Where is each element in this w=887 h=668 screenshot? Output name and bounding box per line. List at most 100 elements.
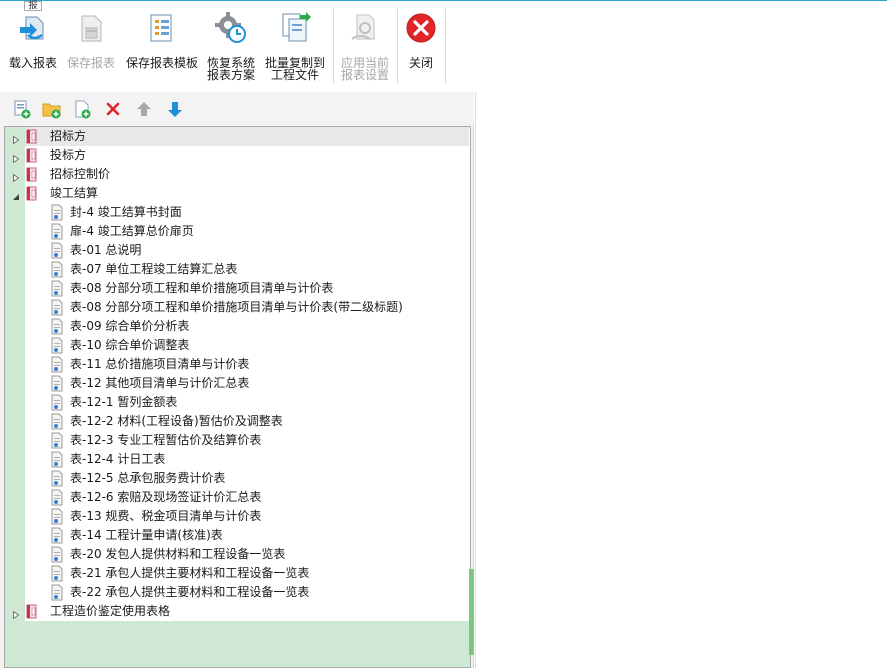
- report-folder-icon: [25, 129, 39, 144]
- move-up-icon[interactable]: [134, 99, 154, 119]
- report-preview-panel: [475, 92, 887, 668]
- collapsed-arrow-icon[interactable]: [12, 171, 20, 183]
- report-file-icon: [50, 204, 64, 221]
- report-file-icon: [50, 242, 64, 259]
- tree-folder-label: 招标控制价: [50, 167, 111, 181]
- tree-report-item[interactable]: 表-12-4 计日工表: [5, 450, 470, 469]
- tree-folder-label: 招标方: [50, 129, 87, 143]
- report-file-icon: [50, 299, 64, 316]
- tree-report-item[interactable]: 表-10 综合单价调整表: [5, 336, 470, 355]
- tree-report-label: 表-09 综合单价分析表: [70, 319, 190, 333]
- tree-report-item[interactable]: 表-22 承包人提供主要材料和工程设备一览表: [5, 583, 470, 602]
- report-file-icon: [50, 546, 64, 563]
- ribbon-separator: [445, 9, 446, 83]
- tree-folder[interactable]: 投标方: [5, 146, 470, 165]
- report-file-icon: [50, 337, 64, 354]
- tree-report-item[interactable]: 表-12-6 索赔及现场签证计价汇总表: [5, 488, 470, 507]
- tree-report-label: 表-11 总价措施项目清单与计价表: [70, 357, 250, 371]
- report-file-icon: [50, 394, 64, 411]
- tree-folder-label: 竣工结算: [50, 186, 99, 200]
- report-file-icon: [50, 413, 64, 430]
- tree-report-label: 表-12-6 索赔及现场签证计价汇总表: [70, 490, 262, 504]
- tree-report-item[interactable]: 表-12 其他项目清单与计价汇总表: [5, 374, 470, 393]
- tree-folder[interactable]: 招标控制价: [5, 165, 470, 184]
- splitter-handle[interactable]: [469, 569, 474, 655]
- report-tree-panel: 招标方 投标方 招标控制价 竣工结算 封-4 竣工结算书封面 扉-4 竣工结算总价扉页 表-…: [0, 92, 474, 668]
- tree-folder[interactable]: 工程造价鉴定使用表格: [5, 602, 470, 621]
- selection-highlight: [25, 127, 469, 146]
- report-file-icon: [50, 508, 64, 525]
- tree-report-label: 表-08 分部分项工程和单价措施项目清单与计价表: [70, 281, 334, 295]
- report-tree: 招标方 投标方 招标控制价 竣工结算 封-4 竣工结算书封面 扉-4 竣工结算总价扉页 表-…: [4, 126, 471, 668]
- load-report-label: 载入报表: [8, 56, 57, 70]
- apply-settings-icon: [351, 14, 375, 40]
- report-file-icon: [50, 527, 64, 544]
- tree-report-label: 表-01 总说明: [70, 243, 142, 257]
- expanded-arrow-icon[interactable]: [12, 190, 20, 200]
- apply-settings-button[interactable]: 应用当前 报表设置: [337, 7, 393, 87]
- tree-report-item[interactable]: 表-12-1 暂列金额表: [5, 393, 470, 412]
- close-label: 关闭: [408, 56, 433, 70]
- tree-report-item[interactable]: 表-07 单位工程竣工结算汇总表: [5, 260, 470, 279]
- new-folder-icon[interactable]: [42, 99, 62, 119]
- ribbon-separator: [333, 9, 334, 83]
- tree-report-label: 表-07 单位工程竣工结算汇总表: [70, 262, 238, 276]
- report-file-icon: [50, 584, 64, 601]
- save-template-label: 保存报表模板: [125, 56, 198, 70]
- tree-report-item[interactable]: 表-13 规费、税金项目清单与计价表: [5, 507, 470, 526]
- collapsed-arrow-icon[interactable]: [12, 152, 20, 164]
- delete-icon[interactable]: [103, 99, 123, 119]
- load-report-button[interactable]: 载入报表: [4, 7, 62, 87]
- collapsed-arrow-icon[interactable]: [12, 608, 20, 620]
- collapsed-arrow-icon[interactable]: [12, 133, 20, 145]
- restore-scheme-label: 恢复系统 报表方案: [206, 56, 255, 82]
- tree-report-item[interactable]: 表-09 综合单价分析表: [5, 317, 470, 336]
- restore-scheme-button[interactable]: 恢复系统 报表方案: [204, 7, 258, 87]
- new-report-icon[interactable]: [12, 99, 32, 119]
- tree-report-item[interactable]: 封-4 竣工结算书封面: [5, 203, 470, 222]
- report-file-icon: [50, 280, 64, 297]
- tree-report-label: 表-14 工程计量申请(核准)表: [70, 528, 223, 542]
- tree-folder[interactable]: 招标方: [5, 127, 470, 146]
- tree-report-item[interactable]: 表-08 分部分项工程和单价措施项目清单与计价表: [5, 279, 470, 298]
- close-icon: [406, 13, 436, 43]
- tree-folder-label: 投标方: [50, 148, 87, 162]
- tree-report-item[interactable]: 表-11 总价措施项目清单与计价表: [5, 355, 470, 374]
- ribbon-separator: [397, 9, 398, 83]
- report-file-icon: [50, 451, 64, 468]
- tree-report-label: 表-12-5 总承包服务费计价表: [70, 471, 226, 485]
- tree-report-item[interactable]: 表-01 总说明: [5, 241, 470, 260]
- tree-report-item[interactable]: 表-12-5 总承包服务费计价表: [5, 469, 470, 488]
- app-window: { "ribbon": { "tooltip": "报", "buttons":…: [0, 0, 887, 668]
- tree-report-item[interactable]: 表-20 发包人提供材料和工程设备一览表: [5, 545, 470, 564]
- report-template-icon: [150, 14, 172, 42]
- report-folder-icon: [25, 186, 39, 201]
- tree-report-label: 表-21 承包人提供主要材料和工程设备一览表: [70, 566, 310, 580]
- tree-report-label: 表-12-4 计日工表: [70, 452, 166, 466]
- save-template-button[interactable]: 保存报表模板: [122, 7, 202, 87]
- tree-report-item[interactable]: 表-12-2 材料(工程设备)暂估价及调整表: [5, 412, 470, 431]
- report-file-icon: [50, 318, 64, 335]
- move-down-icon[interactable]: [165, 99, 185, 119]
- tree-folder[interactable]: 竣工结算: [5, 184, 470, 203]
- tree-report-item[interactable]: 表-08 分部分项工程和单价措施项目清单与计价表(带二级标题): [5, 298, 470, 317]
- tree-report-item[interactable]: 表-14 工程计量申请(核准)表: [5, 526, 470, 545]
- close-button[interactable]: 关闭: [400, 7, 442, 87]
- load-report-icon: [20, 16, 44, 40]
- tree-folder-label: 工程造价鉴定使用表格: [50, 604, 171, 618]
- tree-report-label: 表-13 规费、税金项目清单与计价表: [70, 509, 262, 523]
- report-file-icon: [50, 470, 64, 487]
- batch-copy-button[interactable]: 批量复制到 工程文件: [262, 7, 328, 87]
- tree-report-label: 封-4 竣工结算书封面: [70, 205, 182, 219]
- tree-report-label: 表-12 其他项目清单与计价汇总表: [70, 376, 250, 390]
- tree-report-item[interactable]: 扉-4 竣工结算总价扉页: [5, 222, 470, 241]
- add-file-icon[interactable]: [72, 99, 92, 119]
- batch-copy-label: 批量复制到 工程文件: [264, 56, 325, 82]
- tree-report-item[interactable]: 表-21 承包人提供主要材料和工程设备一览表: [5, 564, 470, 583]
- tree-report-label: 表-22 承包人提供主要材料和工程设备一览表: [70, 585, 310, 599]
- tree-report-item[interactable]: 表-12-3 专业工程暂估价及结算价表: [5, 431, 470, 450]
- tree-report-label: 扉-4 竣工结算总价扉页: [70, 224, 194, 238]
- report-file-icon: [50, 261, 64, 278]
- save-report-button[interactable]: 保存报表: [64, 7, 118, 87]
- tree-report-label: 表-12-1 暂列金额表: [70, 395, 178, 409]
